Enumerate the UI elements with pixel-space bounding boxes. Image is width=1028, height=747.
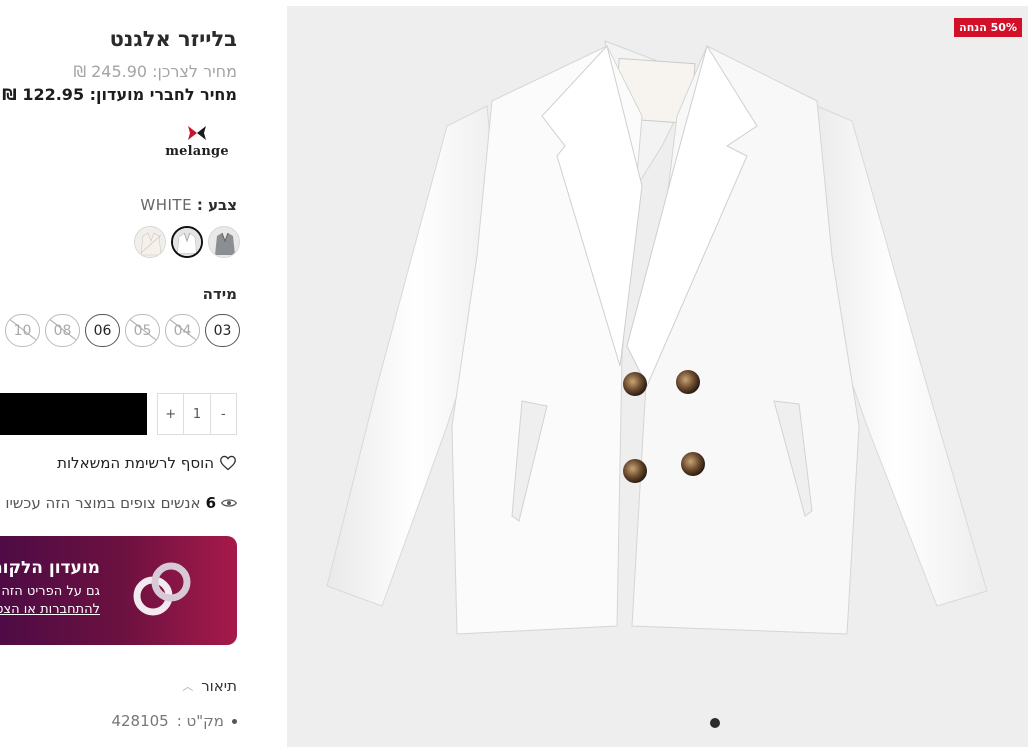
brand-butterfly-icon (188, 126, 206, 140)
size-option-04-unavailable[interactable]: 04 (165, 314, 200, 347)
color-value: WHITE (140, 196, 193, 214)
wishlist-label: הוסף לרשימת המשאלות (57, 454, 214, 472)
color-swatch-grey[interactable] (208, 226, 240, 258)
quantity-stepper: - 1 + (157, 393, 237, 435)
size-options: 03 04 05 06 08 10 (5, 314, 240, 347)
chevron-up-icon: ︿ (182, 680, 194, 693)
quantity-increase-button[interactable]: + (158, 407, 183, 422)
club-join-link[interactable]: להתחברות או הצטרפות (0, 602, 100, 617)
gallery-pagination-dot[interactable] (710, 718, 720, 728)
viewers-count: 6 (205, 494, 216, 512)
product-image-gallery[interactable]: 50% הנחה (287, 6, 1028, 747)
sku-value: 428105 (111, 712, 169, 730)
white-blazer-product-image (326, 40, 988, 635)
eye-icon (221, 499, 237, 507)
description-heading: תיאור (201, 677, 237, 695)
add-to-wishlist-link[interactable]: הוסף לרשימת המשאלות (57, 454, 237, 472)
club-price: מחיר לחברי מועדון: 122.95 ₪ (0, 85, 237, 104)
regular-price: מחיר לצרכן: 245.90 ₪ (69, 62, 237, 81)
live-viewers-notice: 6 אנשים צופים במוצר הזה עכשיו (5, 494, 237, 512)
currency-symbol: ₪ (2, 85, 17, 104)
grey-blazer-thumbnail-icon (209, 227, 239, 257)
sku-label: מק"ט : (176, 712, 224, 730)
heart-icon (220, 455, 236, 471)
color-selector-label: צבע : WHITE (140, 196, 237, 214)
size-option-03[interactable]: 03 (205, 314, 240, 347)
product-info-panel: בלייזר אלגנט מחיר לצרכן: 245.90 ₪ מחיר ל… (0, 0, 240, 747)
club-price-value: 122.95 (22, 85, 85, 104)
size-label: מידה (202, 285, 237, 303)
quantity-decrease-button[interactable]: - (211, 407, 236, 422)
brand-logo[interactable]: melange (162, 124, 232, 164)
color-swatches (134, 226, 240, 258)
size-option-05-unavailable[interactable]: 05 (125, 314, 160, 347)
club-rings-icon (133, 562, 191, 616)
regular-price-label: מחיר לצרכן: (152, 62, 237, 81)
viewers-text: אנשים צופים במוצר הזה עכשיו (5, 494, 201, 512)
brand-name: melange (165, 144, 229, 159)
size-option-08-unavailable[interactable]: 08 (45, 314, 80, 347)
color-swatch-white[interactable] (171, 226, 203, 258)
discount-badge: 50% הנחה (954, 18, 1022, 37)
bullet-icon (232, 718, 237, 724)
white-blazer-thumbnail-icon (173, 228, 201, 256)
beige-blazer-thumbnail-icon (135, 227, 165, 257)
quantity-input[interactable]: 1 (183, 394, 211, 434)
color-swatch-beige[interactable] (134, 226, 166, 258)
club-price-label: מחיר לחברי מועדון: (89, 85, 237, 104)
club-banner-title: מועדון הלקוחות (0, 558, 100, 578)
description-accordion-toggle[interactable]: תיאור ︿ (182, 677, 237, 695)
customer-club-banner[interactable]: מועדון הלקוחות גם על הפריט הזה להתחברות … (0, 536, 237, 645)
add-to-cart-button[interactable] (0, 393, 147, 435)
size-option-06[interactable]: 06 (85, 314, 120, 347)
sku-row: מק"ט : 428105 (111, 712, 237, 730)
club-banner-subtitle: גם על הפריט הזה (1, 584, 100, 599)
size-option-10-unavailable[interactable]: 10 (5, 314, 40, 347)
color-label: צבע : (196, 196, 237, 214)
product-title: בלייזר אלגנט (109, 27, 237, 51)
regular-price-value: 245.90 (91, 62, 148, 81)
currency-symbol: ₪ (73, 62, 86, 81)
